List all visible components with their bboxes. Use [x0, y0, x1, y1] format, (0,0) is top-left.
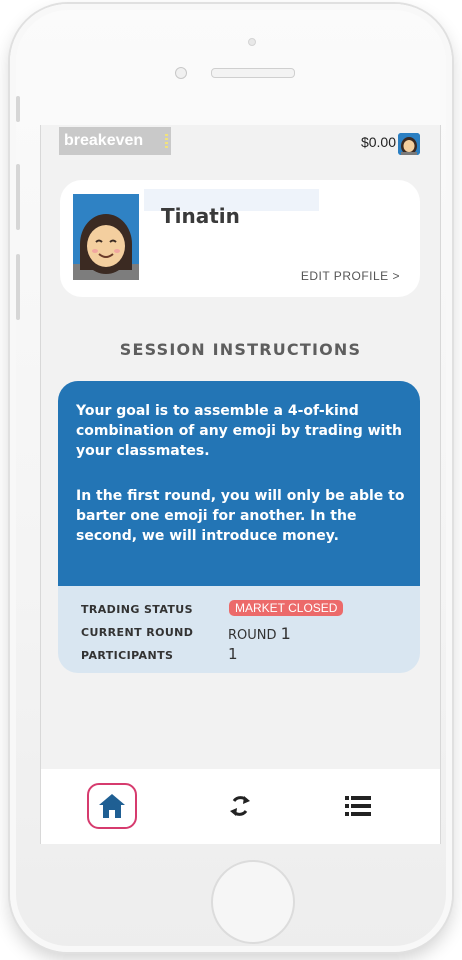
current-round-label: CURRENT ROUND [81, 626, 194, 639]
instruction-paragraph: In the first round, you will only be abl… [76, 488, 405, 544]
proximity-sensor [175, 67, 187, 79]
wallet-balance: $0.00 [360, 134, 396, 150]
app-screen: breakeven $0.00 Tinatin EDIT PROFILE > S… [40, 125, 441, 844]
profile-avatar [73, 194, 139, 280]
lightning-icon [165, 134, 168, 148]
current-round-value: ROUND 1 [228, 624, 291, 643]
round-number: 1 [280, 624, 291, 643]
profile-name: Tinatin [161, 204, 240, 228]
app-logo[interactable]: breakeven [59, 127, 171, 155]
nav-home-button[interactable] [87, 783, 137, 829]
mute-switch [16, 96, 20, 122]
status-badge: MARKET CLOSED [229, 600, 344, 616]
earpiece-speaker [211, 68, 295, 78]
round-prefix: ROUND [228, 628, 277, 643]
sync-icon [230, 796, 250, 816]
nav-trade-button[interactable] [215, 783, 265, 829]
bottom-nav [41, 769, 440, 844]
phone-home-button[interactable] [211, 860, 295, 944]
home-icon [99, 794, 125, 818]
instruction-paragraph: Your goal is to assemble a 4-of-kind com… [76, 403, 402, 459]
avatar-icon[interactable] [398, 133, 420, 155]
participants-value: 1 [228, 645, 238, 663]
edit-profile-link[interactable]: EDIT PROFILE > [301, 269, 400, 283]
instructions-card: Your goal is to assemble a 4-of-kind com… [58, 381, 420, 673]
list-icon [345, 796, 371, 816]
section-title: SESSION INSTRUCTIONS [119, 340, 362, 359]
instructions-body: Your goal is to assemble a 4-of-kind com… [58, 381, 420, 586]
volume-up-button [16, 164, 20, 230]
profile-card: Tinatin EDIT PROFILE > [60, 180, 420, 297]
volume-down-button [16, 254, 20, 320]
front-camera [248, 38, 256, 46]
logo-text: breakeven [64, 132, 144, 149]
participants-label: PARTICIPANTS [81, 649, 174, 662]
trading-status-label: TRADING STATUS [81, 603, 193, 616]
nav-list-button[interactable] [333, 783, 383, 829]
